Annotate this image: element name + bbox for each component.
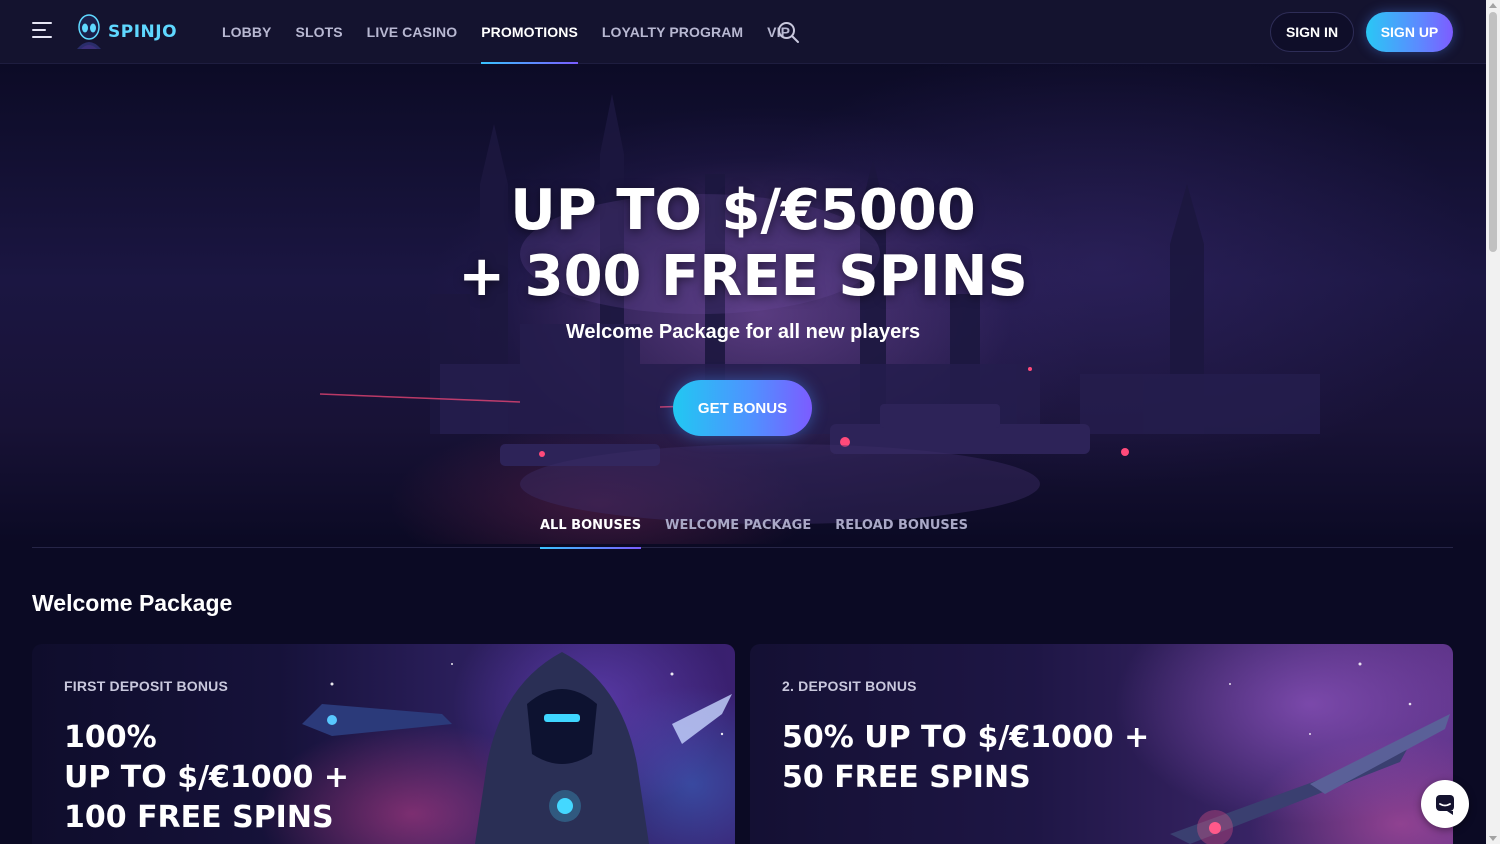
nav-live-casino[interactable]: LIVE CASINO bbox=[367, 0, 458, 64]
hamburger-menu-icon[interactable] bbox=[32, 22, 54, 42]
bonus-card-second-deposit[interactable]: 2. DEPOSIT BONUS 50% UP TO $/€1000 + 50 … bbox=[750, 644, 1453, 844]
tab-reload-bonuses[interactable]: RELOAD BONUSES bbox=[835, 506, 968, 548]
card-title: 100% UP TO $/€1000 + 100 FREE SPINS bbox=[64, 720, 349, 835]
site-logo[interactable]: SPINJO bbox=[72, 12, 177, 52]
hero-title: UP TO $/€5000 + 300 FREE SPINS bbox=[0, 178, 1486, 310]
chat-icon bbox=[1436, 795, 1454, 815]
scroll-down-arrow-icon[interactable] bbox=[1489, 836, 1497, 841]
nav-lobby[interactable]: LOBBY bbox=[222, 0, 272, 64]
top-navigation-bar: SPINJO LOBBY SLOTS LIVE CASINO PROMOTION… bbox=[0, 0, 1486, 64]
tab-welcome-package[interactable]: WELCOME PACKAGE bbox=[665, 506, 811, 548]
nav-slots[interactable]: SLOTS bbox=[296, 0, 343, 64]
get-bonus-button[interactable]: GET BONUS bbox=[673, 380, 812, 436]
alien-logo-icon bbox=[77, 14, 101, 49]
sign-in-button[interactable]: SIGN IN bbox=[1270, 12, 1354, 52]
hero-subtitle: Welcome Package for all new players bbox=[565, 321, 921, 343]
sign-up-button[interactable]: SIGN UP bbox=[1366, 12, 1453, 52]
nav-loyalty-program[interactable]: LOYALTY PROGRAM bbox=[602, 0, 743, 64]
section-title: Welcome Package bbox=[32, 590, 233, 616]
card-label: FIRST DEPOSIT BONUS bbox=[64, 678, 229, 694]
card-label: 2. DEPOSIT BONUS bbox=[782, 678, 917, 694]
logo-text: SPINJO bbox=[108, 22, 178, 42]
search-icon[interactable] bbox=[776, 20, 800, 44]
tab-all-bonuses[interactable]: ALL BONUSES bbox=[540, 506, 642, 549]
hero-banner: UP TO $/€5000 + 300 FREE SPINS Welcome P… bbox=[0, 64, 1486, 544]
scroll-up-arrow-icon[interactable] bbox=[1489, 3, 1497, 8]
hero-title-line-2: + 300 FREE SPINS bbox=[458, 244, 1028, 309]
hero-title-line-1: UP TO $/€5000 bbox=[510, 178, 976, 243]
bonus-filter-tabs: ALL BONUSES WELCOME PACKAGE RELOAD BONUS… bbox=[32, 506, 1453, 549]
nav-promotions[interactable]: PROMOTIONS bbox=[481, 0, 578, 64]
scrollbar-thumb[interactable] bbox=[1489, 12, 1497, 252]
card-title: 50% UP TO $/€1000 + 50 FREE SPINS bbox=[782, 720, 1150, 795]
bonus-card-first-deposit[interactable]: FIRST DEPOSIT BONUS 100% UP TO $/€1000 +… bbox=[32, 644, 735, 844]
chat-support-button[interactable] bbox=[1421, 780, 1469, 828]
main-nav: LOBBY SLOTS LIVE CASINO PROMOTIONS LOYAL… bbox=[222, 0, 814, 64]
page-scrollbar[interactable] bbox=[1486, 0, 1500, 844]
